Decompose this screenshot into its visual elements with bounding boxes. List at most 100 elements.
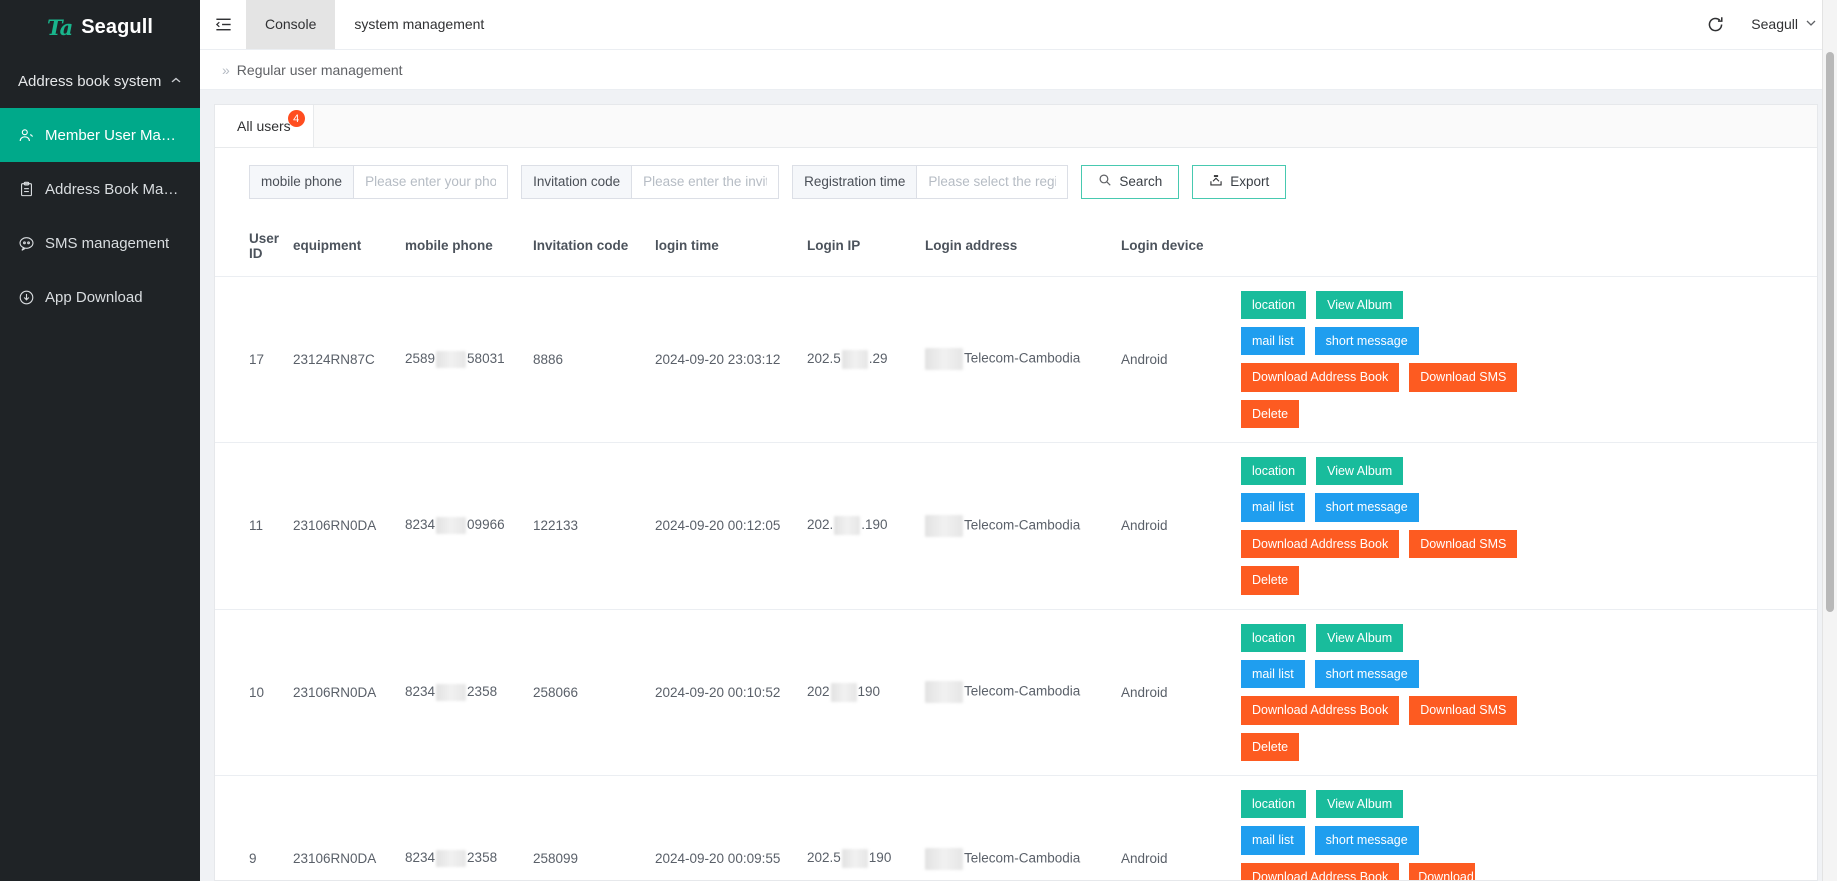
cell-mobile-phone: 2589 58031 bbox=[405, 276, 533, 444]
ip-suffix: 190 bbox=[868, 850, 892, 866]
cell-invitation-code: 122133 bbox=[533, 442, 655, 610]
user-menu[interactable]: Seagull bbox=[1751, 16, 1817, 32]
top-tab-strip: Console system management bbox=[246, 0, 503, 49]
column-header-equipment: equipment bbox=[293, 215, 405, 277]
short-message-button[interactable]: short message bbox=[1314, 659, 1419, 689]
mail-list-button[interactable]: mail list bbox=[1241, 826, 1305, 855]
tab-all-users-badge: 4 bbox=[287, 110, 305, 128]
phone-prefix: 8234 bbox=[405, 683, 436, 699]
view-album-button[interactable]: View Album bbox=[1316, 290, 1404, 319]
cell-user-id: 9 bbox=[215, 775, 293, 880]
page-scrollbar-thumb[interactable] bbox=[1826, 52, 1834, 612]
cell-equipment: 23106RN0DA bbox=[293, 775, 405, 880]
content-area: All users 4 mobile phone Invitation code bbox=[200, 90, 1837, 881]
download-address-book-button[interactable]: Download Address Book bbox=[1241, 363, 1400, 392]
download-address-book-button[interactable]: Download Address Book bbox=[1241, 529, 1400, 559]
short-message-button[interactable]: short message bbox=[1314, 826, 1419, 855]
sidebar-item-address-book-management[interactable]: Address Book Mana... bbox=[0, 162, 200, 216]
row-actions: location View Album mail list short mess… bbox=[1241, 457, 1561, 595]
cell-invitation-code: 258066 bbox=[533, 609, 655, 777]
ip-prefix: 202.5 bbox=[807, 350, 841, 366]
row-actions: location View Album mail list short mess… bbox=[1241, 623, 1561, 762]
row-actions-line: Delete bbox=[1241, 399, 1545, 429]
hamburger-indent-icon[interactable] bbox=[200, 0, 246, 49]
column-header-login-time: login time bbox=[655, 215, 807, 277]
cell-login-time: 2024-09-20 23:03:12 bbox=[655, 276, 807, 444]
redacted-block bbox=[436, 350, 467, 368]
chevron-down-icon bbox=[1805, 17, 1817, 32]
phone-suffix: 2358 bbox=[467, 850, 498, 866]
delete-button[interactable]: Delete bbox=[1241, 399, 1300, 429]
download-sms-button[interactable]: Download SMS bbox=[1409, 529, 1518, 559]
view-album-button[interactable]: View Album bbox=[1316, 623, 1404, 652]
users-table-wrapper[interactable]: User ID equipment mobile phone Invitatio… bbox=[215, 215, 1817, 880]
location-button[interactable]: location bbox=[1241, 290, 1307, 319]
download-address-book-button[interactable]: Download Address Book bbox=[1241, 862, 1400, 880]
mobile-phone-input[interactable] bbox=[354, 165, 508, 198]
search-button[interactable]: Search bbox=[1081, 164, 1180, 199]
invitation-code-input[interactable] bbox=[632, 165, 779, 198]
delete-button[interactable]: Delete bbox=[1241, 566, 1300, 595]
cell-user-id: 10 bbox=[215, 609, 293, 777]
short-message-button[interactable]: short message bbox=[1314, 493, 1419, 522]
mail-list-button[interactable]: mail list bbox=[1241, 326, 1305, 356]
phone-suffix: 58031 bbox=[467, 350, 505, 366]
redacted-block bbox=[436, 683, 467, 701]
ip-prefix: 202. bbox=[807, 517, 834, 533]
ip-prefix: 202.5 bbox=[807, 850, 841, 866]
filter-registration-time: Registration time bbox=[792, 164, 1069, 199]
tab-system-management[interactable]: system management bbox=[335, 0, 503, 49]
page-scrollbar[interactable] bbox=[1822, 0, 1837, 881]
cell-login-address: Telecom-Cambodia bbox=[925, 276, 1121, 444]
download-address-book-button[interactable]: Download Address Book bbox=[1241, 696, 1400, 725]
users-card: All users 4 mobile phone Invitation code bbox=[214, 104, 1818, 881]
download-sms-button[interactable]: Download SMS bbox=[1409, 696, 1518, 725]
search-button-label: Search bbox=[1119, 174, 1163, 190]
location-button[interactable]: location bbox=[1241, 457, 1307, 486]
redacted-block bbox=[841, 349, 868, 369]
brand-logo[interactable]: Ta Seagull bbox=[0, 0, 200, 54]
delete-button[interactable]: Delete bbox=[1241, 732, 1300, 762]
download-sms-button[interactable]: Download SMS bbox=[1409, 363, 1518, 392]
redacted-block bbox=[436, 517, 467, 535]
ip-suffix: .190 bbox=[861, 517, 888, 533]
table-header-row: User ID equipment mobile phone Invitatio… bbox=[215, 215, 1817, 277]
registration-time-input[interactable] bbox=[917, 165, 1068, 198]
message-icon bbox=[18, 235, 35, 252]
row-actions: location View Album mail list short mess… bbox=[1241, 790, 1561, 880]
sidebar-item-sms-management[interactable]: SMS management bbox=[0, 216, 200, 270]
view-album-button[interactable]: View Album bbox=[1316, 457, 1404, 486]
download-sms-button[interactable]: Download SMS bbox=[1409, 862, 1476, 880]
tab-all-users[interactable]: All users 4 bbox=[215, 105, 314, 147]
search-icon bbox=[1098, 173, 1112, 190]
refresh-icon[interactable] bbox=[1706, 15, 1725, 34]
row-actions-line: mail list short message bbox=[1241, 826, 1545, 855]
main-area: Console system management Seagull » Regu… bbox=[200, 0, 1837, 881]
short-message-button[interactable]: short message bbox=[1314, 326, 1419, 356]
cell-user-id: 17 bbox=[215, 276, 293, 444]
tab-console[interactable]: Console bbox=[246, 0, 336, 49]
cell-operations: location View Album mail list short mess… bbox=[1241, 775, 1817, 880]
row-actions-line: location View Album bbox=[1241, 457, 1545, 486]
mail-list-button[interactable]: mail list bbox=[1241, 659, 1305, 689]
phone-prefix: 2589 bbox=[405, 350, 436, 366]
sidebar-item-member-user-management[interactable]: Member User Mana... bbox=[0, 108, 200, 162]
column-header-user-id: User ID bbox=[215, 215, 293, 277]
top-bar: Console system management Seagull bbox=[200, 0, 1837, 50]
row-actions-line: location View Album bbox=[1241, 623, 1545, 652]
mail-list-button[interactable]: mail list bbox=[1241, 493, 1305, 522]
cell-login-address: Telecom-Cambodia bbox=[925, 442, 1121, 610]
phone-suffix: 2358 bbox=[467, 683, 498, 699]
app-root: Ta Seagull Address book system Member Us… bbox=[0, 0, 1837, 881]
cell-mobile-phone: 8234 09966 bbox=[405, 442, 533, 610]
location-button[interactable]: location bbox=[1241, 790, 1307, 819]
phone-prefix: 8234 bbox=[405, 850, 436, 866]
cell-mobile-phone: 8234 2358 bbox=[405, 609, 533, 777]
cell-login-device: Android bbox=[1121, 775, 1241, 880]
view-album-button[interactable]: View Album bbox=[1316, 790, 1404, 819]
location-button[interactable]: location bbox=[1241, 623, 1307, 652]
sidebar-group-address-book-system[interactable]: Address book system bbox=[0, 54, 200, 108]
sidebar-item-app-download[interactable]: App Download bbox=[0, 270, 200, 324]
cell-login-device: Android bbox=[1121, 609, 1241, 777]
export-button[interactable]: Export bbox=[1192, 164, 1287, 199]
